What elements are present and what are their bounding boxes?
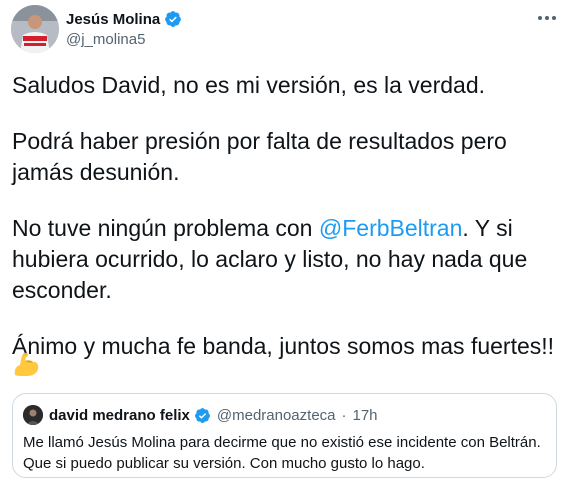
author-handle[interactable]: @j_molina5 [66, 31, 145, 48]
tweet-body: Saludos David, no es mi versión, es la v… [12, 70, 557, 387]
avatar-image [11, 5, 59, 53]
more-dots-icon [538, 16, 556, 20]
mention-link[interactable]: @FerbBeltran [319, 215, 463, 241]
author-name-row: Jesús Molina [66, 10, 182, 28]
author-name[interactable]: Jesús Molina [66, 11, 160, 28]
flexed-biceps-emoji [12, 350, 40, 378]
biceps-icon [14, 352, 39, 376]
author-avatar[interactable] [11, 5, 59, 53]
quoted-author-name: david medrano felix [49, 406, 190, 424]
quoted-tweet-text: Me llamó Jesús Molina para decirme que n… [23, 434, 541, 472]
tweet: Jesús Molina @j_molina5 Saludos David, n… [0, 0, 571, 492]
tweet-paragraph: Ánimo y mucha fe banda, juntos somos mas… [12, 333, 555, 359]
quoted-tweet-header: david medrano felix @medranoazteca · 17h [23, 405, 378, 425]
tweet-paragraph-mention: No tuve ningún problema con @FerbBeltran… [12, 213, 557, 306]
quoted-author-handle: @medranoazteca [216, 406, 336, 424]
more-options-icon[interactable] [536, 10, 558, 26]
quoted-author-avatar [23, 405, 43, 425]
verified-badge-icon [165, 11, 182, 27]
tweet-paragraph: Saludos David, no es mi versión, es la v… [12, 72, 486, 98]
tweet-paragraph: Podrá haber presión por falta de resulta… [12, 128, 507, 185]
quoted-tweet-card[interactable]: david medrano felix @medranoazteca · 17h… [12, 393, 557, 478]
quoted-avatar-image [23, 405, 43, 425]
separator-dot: · [341, 406, 347, 424]
verified-badge-icon [194, 407, 210, 423]
quoted-timestamp: 17h [352, 406, 378, 424]
text-segment: No tuve ningún problema con [12, 215, 319, 241]
